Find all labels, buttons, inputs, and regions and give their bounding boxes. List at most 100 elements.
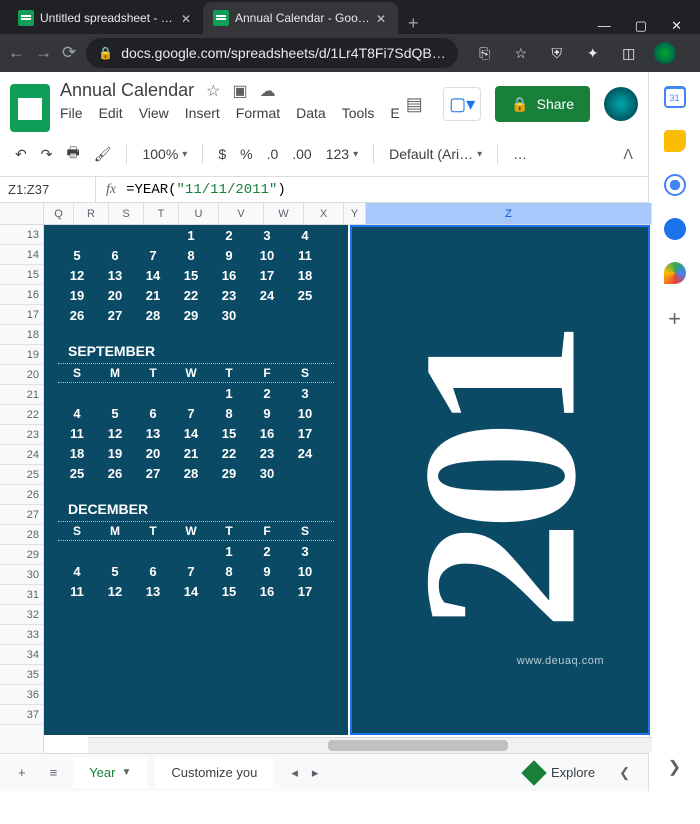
sheet-nav-next-icon[interactable]: ▸ [312,765,319,781]
row-header-13[interactable]: 13 [0,225,43,245]
menu-view[interactable]: View [139,105,169,121]
number-format-button[interactable]: 123 [321,142,363,166]
browser-tab-1[interactable]: Untitled spreadsheet - Goog ✕ [8,2,203,34]
tabs-row: Untitled spreadsheet - Goog ✕ Annual Cal… [0,0,700,34]
decrease-decimal-button[interactable]: .0 [262,142,284,166]
share-button[interactable]: 🔒 Share [495,86,590,122]
side-panel-toggle-icon[interactable]: ❮ [611,761,638,785]
row-header-16[interactable]: 16 [0,285,43,305]
row-header-32[interactable]: 32 [0,605,43,625]
zoom-select[interactable]: 100% [137,142,192,166]
kebab-menu-icon[interactable]: ⋮ [690,42,700,64]
share-page-icon[interactable]: ⎘ [474,42,496,64]
extension-icon[interactable]: ⛨ [546,42,568,64]
formula-input[interactable]: =YEAR("11/11/2011") [126,182,286,198]
sheet-tab-customize[interactable]: Customize you [155,757,273,788]
row-header-22[interactable]: 22 [0,405,43,425]
move-icon[interactable]: ▣ [232,81,247,101]
cloud-status-icon[interactable]: ☁ [260,81,276,101]
lock-icon: 🔒 [98,46,113,60]
row-header-28[interactable]: 28 [0,525,43,545]
row-header-24[interactable]: 24 [0,445,43,465]
address-bar[interactable]: 🔒 docs.google.com/spreadsheets/d/1Lr4T8F… [86,38,457,68]
row-header-29[interactable]: 29 [0,545,43,565]
row-header-36[interactable]: 36 [0,685,43,705]
doc-title[interactable]: Annual Calendar [60,80,194,101]
minimize-button[interactable]: — [598,18,611,34]
close-window-button[interactable]: ✕ [671,18,682,34]
row-header-27[interactable]: 27 [0,505,43,525]
row-header-33[interactable]: 33 [0,625,43,645]
maps-addon-icon[interactable] [664,262,686,284]
row-header-23[interactable]: 23 [0,425,43,445]
row-header-30[interactable]: 30 [0,565,43,585]
toolbar: ↶ ↷ 🖶 🖌 100% $ % .0 .00 123 Default (Ari… [0,132,648,177]
undo-icon[interactable]: ↶ [10,142,32,167]
comments-icon[interactable]: ▤ [399,89,429,119]
maximize-button[interactable]: ▢ [635,18,647,34]
explore-button[interactable]: Explore [525,764,595,782]
increase-decimal-button[interactable]: .00 [287,142,316,166]
close-icon[interactable]: ✕ [181,12,193,24]
row-header-15[interactable]: 15 [0,265,43,285]
row-header-14[interactable]: 14 [0,245,43,265]
row-header-31[interactable]: 31 [0,585,43,605]
row-header-21[interactable]: 21 [0,385,43,405]
get-addons-icon[interactable]: + [668,306,681,332]
select-all-corner[interactable] [0,203,43,225]
star-icon[interactable]: ☆ [206,81,220,101]
sheet-nav-prev-icon[interactable]: ◂ [291,765,298,781]
row-header-35[interactable]: 35 [0,665,43,685]
sheets-header: Annual Calendar ☆ ▣ ☁ File Edit View Ins… [0,72,648,132]
paint-format-icon[interactable]: 🖌 [89,142,117,167]
name-box[interactable]: Z1:Z37 [0,177,96,202]
all-sheets-button[interactable]: ≡ [42,761,66,784]
year-display: 201 [350,225,650,735]
row-header-18[interactable]: 18 [0,325,43,345]
present-icon[interactable]: ▢▾ [443,87,481,121]
menu-edit[interactable]: Edit [99,105,123,121]
currency-button[interactable]: $ [213,142,231,166]
profile-icon[interactable] [654,42,676,64]
reload-icon[interactable]: ⟳ [62,43,76,63]
menu-tools[interactable]: Tools [342,105,375,121]
sheets-logo-icon[interactable] [10,84,50,132]
account-avatar[interactable] [604,87,638,121]
close-icon[interactable]: ✕ [376,12,388,24]
tasks-addon-icon[interactable] [664,174,686,196]
spreadsheet-grid[interactable]: 1314151617181920212223242526272829303132… [0,203,648,753]
redo-icon[interactable]: ↷ [36,142,58,167]
menu-file[interactable]: File [60,105,83,121]
new-tab-button[interactable]: + [398,13,429,34]
row-header-19[interactable]: 19 [0,345,43,365]
more-toolbar-button[interactable]: … [508,142,532,166]
font-select[interactable]: Default (Ari… [384,142,487,166]
lock-icon: 🔒 [511,96,528,113]
collapse-toolbar-icon[interactable]: ᐱ [618,142,638,167]
browser-tab-2[interactable]: Annual Calendar - Google S ✕ [203,2,398,34]
nav-back-icon[interactable]: ← [8,43,25,63]
row-header-25[interactable]: 25 [0,465,43,485]
calendar-cells: 1234567891011121314151617181920212223242… [44,225,348,735]
puzzle-icon[interactable]: ✦ [582,42,604,64]
star-icon[interactable]: ☆ [510,42,532,64]
add-sheet-button[interactable]: + [10,761,34,784]
contacts-addon-icon[interactable] [664,218,686,240]
row-header-17[interactable]: 17 [0,305,43,325]
print-icon[interactable]: 🖶 [61,138,84,170]
menu-insert[interactable]: Insert [185,105,220,121]
hide-side-panel-icon[interactable]: ❯ [668,757,681,777]
nav-forward-icon[interactable]: → [35,43,52,63]
tabs-icon[interactable]: ◫ [618,42,640,64]
keep-addon-icon[interactable] [664,130,686,152]
row-header-26[interactable]: 26 [0,485,43,505]
menu-data[interactable]: Data [296,105,326,121]
row-header-20[interactable]: 20 [0,365,43,385]
sheet-tab-year[interactable]: Year ▼ [73,757,147,788]
calendar-addon-icon[interactable] [664,86,686,108]
menu-format[interactable]: Format [236,105,280,121]
row-header-37[interactable]: 37 [0,705,43,725]
percent-button[interactable]: % [235,142,257,166]
horizontal-scrollbar[interactable] [88,737,652,753]
row-header-34[interactable]: 34 [0,645,43,665]
